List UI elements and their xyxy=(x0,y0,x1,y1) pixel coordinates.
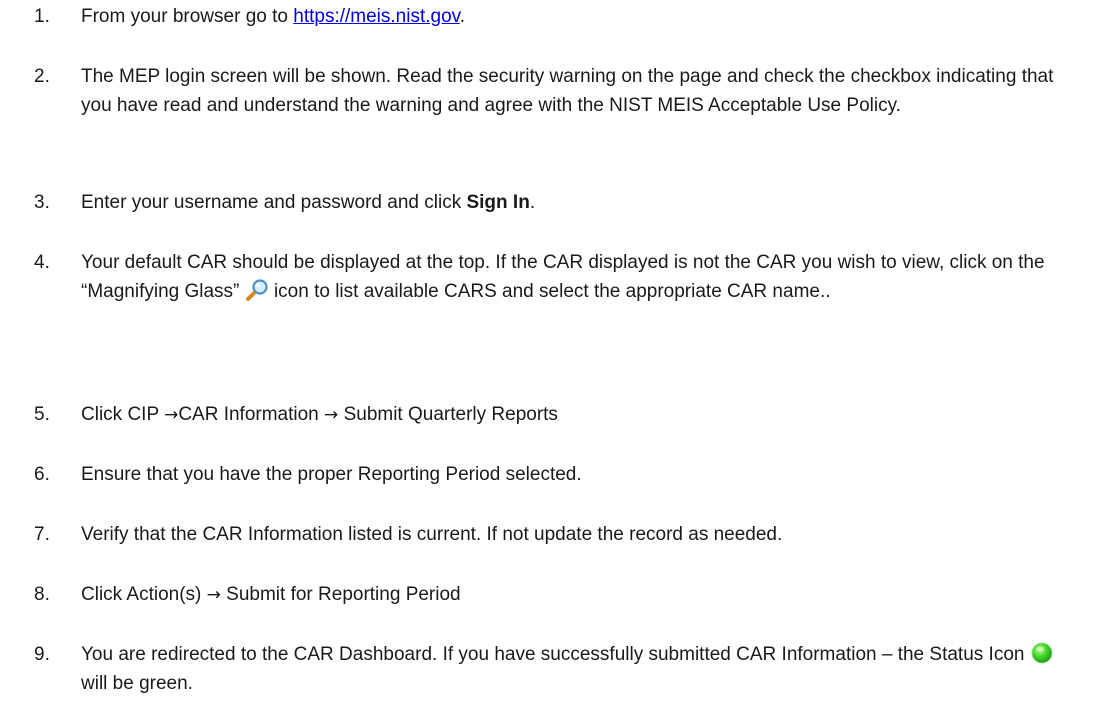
step-text-segment: Enter your username and password and cli… xyxy=(81,192,467,213)
step-text: From your browser go to https://meis.nis… xyxy=(81,2,1084,31)
step-text-segment: From your browser go to xyxy=(81,6,294,27)
instructions-document: 1. From your browser go to https://meis.… xyxy=(0,0,1098,721)
step-text: You are redirected to the CAR Dashboard.… xyxy=(81,640,1084,698)
step-text-segment: CAR Information xyxy=(178,404,325,425)
step-text-segment: will be green. xyxy=(81,673,193,694)
step-7: 7. Verify that the CAR Information liste… xyxy=(34,520,1084,549)
step-text: Click CIP →CAR Information → Submit Quar… xyxy=(81,400,1084,430)
meis-link[interactable]: https://meis.nist.gov xyxy=(293,6,460,27)
green-status-icon xyxy=(1031,642,1053,664)
step-4: 4. Your default CAR should be displayed … xyxy=(34,248,1084,306)
step-text: Enter your username and password and cli… xyxy=(81,188,1084,217)
arrow-right-icon: → xyxy=(324,405,339,425)
step-text: Click Action(s) → Submit for Reporting P… xyxy=(81,580,1084,610)
step-number: 1. xyxy=(34,6,50,27)
step-text-segment: Submit Quarterly Reports xyxy=(338,404,558,425)
step-number: 9. xyxy=(34,644,50,665)
step-8: 8. Click Action(s) → Submit for Reportin… xyxy=(34,580,1084,610)
step-text-segment: Click Action(s) xyxy=(81,584,207,605)
step-text: Verify that the CAR Information listed i… xyxy=(81,524,783,545)
step-6: 6. Ensure that you have the proper Repor… xyxy=(34,460,1084,489)
step-1: 1. From your browser go to https://meis.… xyxy=(34,2,1084,31)
step-text: The MEP login screen will be shown. Read… xyxy=(81,66,1054,116)
step-number: 6. xyxy=(34,464,50,485)
step-number: 4. xyxy=(34,252,50,273)
step-text-segment: Submit for Reporting Period xyxy=(220,584,461,605)
step-text: Ensure that you have the proper Reportin… xyxy=(81,464,582,485)
step-text-segment: You are redirected to the CAR Dashboard.… xyxy=(81,644,1030,665)
step-text: Your default CAR should be displayed at … xyxy=(81,248,1084,306)
arrow-right-icon: → xyxy=(164,405,179,425)
step-text-segment: . xyxy=(459,6,466,27)
sign-in-label: Sign In xyxy=(466,192,530,213)
arrow-right-icon: → xyxy=(206,585,221,605)
step-9: 9. You are redirected to the CAR Dashboa… xyxy=(34,640,1084,698)
step-text-segment: Click CIP xyxy=(81,404,165,425)
magnifying-glass-icon xyxy=(245,279,268,301)
step-text-segment: icon to list available CARS and select t… xyxy=(268,281,831,302)
step-text-segment: . xyxy=(529,192,536,213)
step-5: 5. Click CIP →CAR Information → Submit Q… xyxy=(34,400,1084,430)
step-number: 7. xyxy=(34,524,50,545)
step-3: 3. Enter your username and password and … xyxy=(34,188,1084,217)
step-number: 8. xyxy=(34,584,50,605)
step-number: 3. xyxy=(34,192,50,213)
step-number: 2. xyxy=(34,66,50,87)
step-2: 2. The MEP login screen will be shown. R… xyxy=(34,62,1084,120)
step-number: 5. xyxy=(34,404,50,425)
